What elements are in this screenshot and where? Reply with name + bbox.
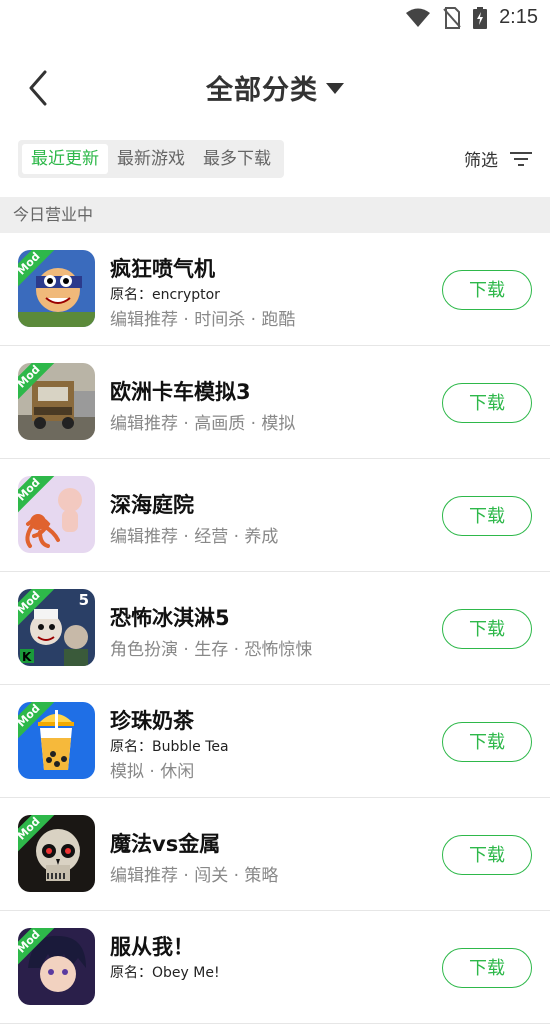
status-bar: 2:15 <box>0 0 550 38</box>
list-item[interactable]: Mod 魔法vs金属 编辑推荐 · 闯关 · 策略 下载 <box>0 798 550 911</box>
download-button[interactable]: 下载 <box>442 835 532 875</box>
sort-tabs: 最近更新 最新游戏 最多下载 <box>18 140 284 178</box>
download-button[interactable]: 下载 <box>442 270 532 310</box>
app-list: Mod 疯狂喷气机 原名：encryptor 编辑推荐 · 时间杀 · 跑酷 下… <box>0 233 550 1024</box>
app-name: 珍珠奶茶 <box>110 709 194 733</box>
skull-icon: Mod <box>18 815 95 892</box>
list-item[interactable]: Mod 珍珠奶茶 原名：Bubble Tea 模拟 · 休闲 下载 <box>0 685 550 798</box>
app-original-name: 原名：encryptor <box>110 287 220 303</box>
battery-icon <box>473 6 488 29</box>
tab-recent-update[interactable]: 最近更新 <box>22 144 108 174</box>
list-item[interactable]: K Mod 5 恐怖冰淇淋5 角色扮演 · 生存 · 恐怖惊悚 下载 <box>0 572 550 685</box>
bubble-tea-icon: Mod <box>18 702 95 779</box>
status-time: 2:15 <box>499 6 538 28</box>
wifi-icon <box>406 8 431 27</box>
app-tags: 编辑推荐 · 时间杀 · 跑酷 <box>110 310 296 330</box>
download-button[interactable]: 下载 <box>442 609 532 649</box>
list-item[interactable]: Mod 深海庭院 编辑推荐 · 经营 · 养成 下载 <box>0 459 550 572</box>
jetpack-icon: Mod <box>18 250 95 327</box>
filter-label: 筛选 <box>464 151 498 171</box>
truck-icon: Mod <box>18 363 95 440</box>
download-button[interactable]: 下载 <box>442 722 532 762</box>
svg-text:K: K <box>22 650 32 664</box>
app-tags: 编辑推荐 · 高画质 · 模拟 <box>110 414 296 434</box>
no-sim-icon <box>443 6 461 29</box>
app-name: 恐怖冰淇淋5 <box>110 606 230 630</box>
app-tags: 模拟 · 休闲 <box>110 762 195 782</box>
download-button[interactable]: 下载 <box>442 496 532 536</box>
app-original-name: 原名：Bubble Tea <box>110 739 229 755</box>
download-button[interactable]: 下载 <box>442 383 532 423</box>
tab-new-games[interactable]: 最新游戏 <box>108 144 194 174</box>
filter-button[interactable]: 筛选 <box>464 146 532 171</box>
tab-most-downloads[interactable]: 最多下载 <box>194 144 280 174</box>
header-bar: 全部分类 <box>0 50 550 122</box>
app-name: 魔法vs金属 <box>110 832 221 856</box>
app-name: 服从我！ <box>110 935 194 959</box>
filter-icon <box>510 151 532 166</box>
caret-down-icon <box>326 83 344 94</box>
section-header: 今日营业中 <box>0 197 550 233</box>
app-name: 深海庭院 <box>110 493 194 517</box>
list-item[interactable]: Mod 服从我！ 原名：Obey Me! 下载 <box>0 911 550 1024</box>
app-tags: 编辑推荐 · 经营 · 养成 <box>110 527 279 547</box>
download-button[interactable]: 下载 <box>442 948 532 988</box>
app-name: 欧洲卡车模拟3 <box>110 380 251 404</box>
ice-scream-icon: K Mod 5 <box>18 589 95 666</box>
octopus-icon: Mod <box>18 476 95 553</box>
category-title-dropdown[interactable]: 全部分类 <box>0 68 550 107</box>
list-item[interactable]: Mod 疯狂喷气机 原名：encryptor 编辑推荐 · 时间杀 · 跑酷 下… <box>0 233 550 346</box>
number-badge: 5 <box>78 591 89 609</box>
app-tags: 编辑推荐 · 闯关 · 策略 <box>110 866 279 886</box>
app-original-name: 原名：Obey Me! <box>110 965 220 981</box>
list-item[interactable]: Mod 欧洲卡车模拟3 编辑推荐 · 高画质 · 模拟 下载 <box>0 346 550 459</box>
page-title: 全部分类 <box>206 75 318 106</box>
anime-character-icon: Mod <box>18 928 95 1005</box>
app-name: 疯狂喷气机 <box>110 257 215 281</box>
app-tags: 角色扮演 · 生存 · 恐怖惊悚 <box>110 640 313 660</box>
